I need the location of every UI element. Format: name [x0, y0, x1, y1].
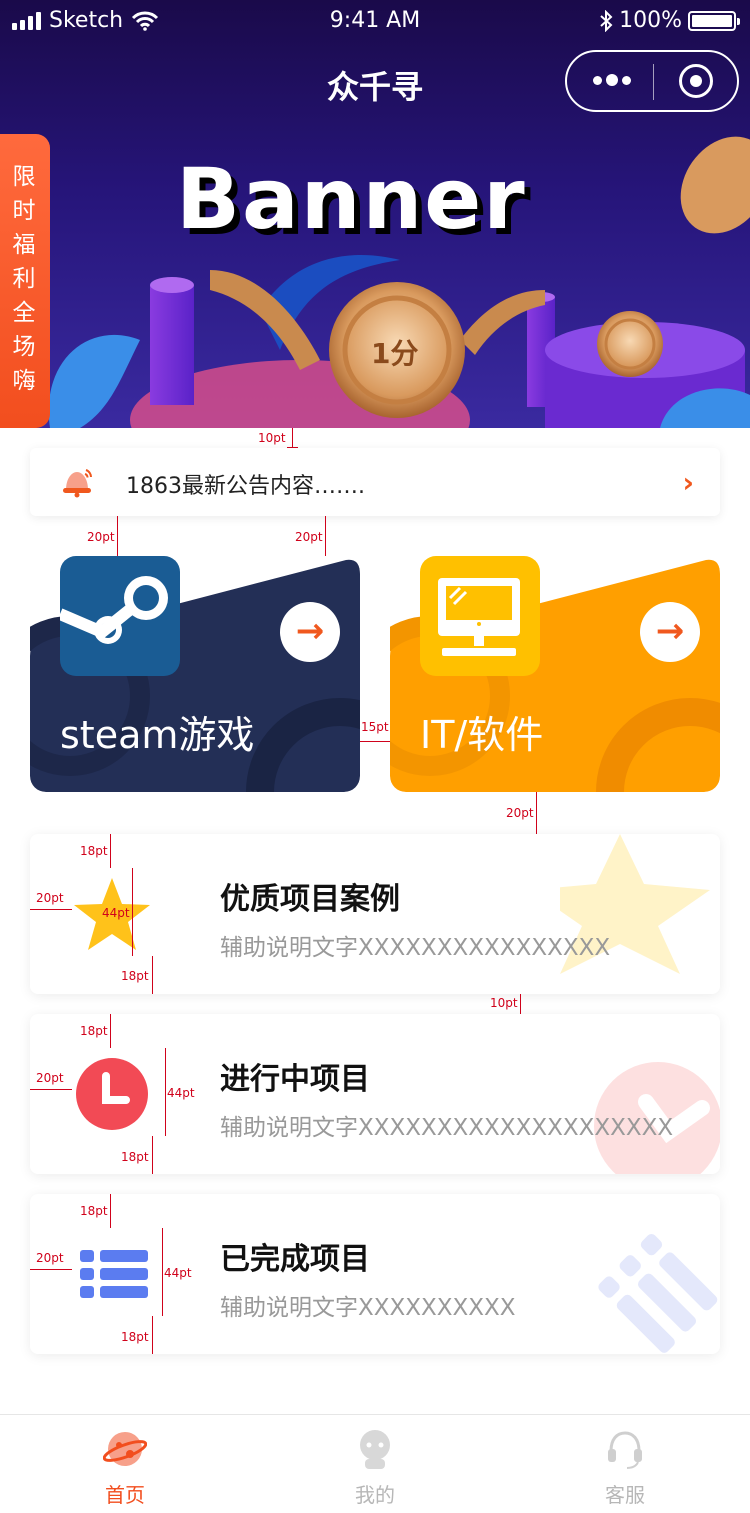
banner-area[interactable]: 1分 Banner Sketch 9:41 AM 100% 众千寻	[0, 0, 750, 428]
spacing-label: 20pt	[295, 530, 323, 544]
spacing-marker	[117, 516, 118, 556]
battery-icon	[688, 10, 740, 31]
bluetooth-icon	[600, 9, 613, 32]
spacing-label: 20pt	[506, 806, 534, 820]
category-label: IT/软件	[420, 713, 544, 757]
category-card-it-software[interactable]: → IT/软件	[390, 556, 720, 792]
spacing-marker	[292, 428, 293, 448]
spacing-label: 18pt	[121, 1330, 149, 1344]
tab-label: 首页	[105, 1483, 145, 1507]
tab-home[interactable]: 首页	[0, 1415, 250, 1513]
headset-icon	[608, 1431, 642, 1469]
spacing-label: 20pt	[36, 891, 64, 905]
steam-icon	[57, 556, 180, 676]
spacing-label: 20pt	[36, 1071, 64, 1085]
planet-icon	[103, 1432, 147, 1466]
coin-label: 1分	[371, 337, 419, 370]
spacing-marker	[152, 1136, 153, 1174]
chevron-right-icon[interactable]: ›	[682, 466, 694, 499]
spacing-marker	[152, 1316, 153, 1354]
list-watermark-icon	[598, 1233, 718, 1353]
more-icon[interactable]	[593, 74, 631, 86]
notice-text: 1863最新公告内容…….	[126, 474, 365, 499]
tab-bar: 首页 我的 客服	[0, 1414, 750, 1513]
project-title: 进行中项目	[220, 1062, 370, 1097]
project-subtitle: 辅助说明文字XXXXXXXXXXXXXXXX	[220, 935, 611, 961]
project-subtitle: 辅助说明文字XXXXXXXXXXXXXXXXXXXX	[220, 1115, 674, 1141]
spacing-marker	[165, 1048, 166, 1136]
monitor-icon	[420, 556, 540, 676]
tab-label: 客服	[605, 1483, 645, 1507]
clock-icon	[76, 1058, 148, 1130]
promo-side-tab[interactable]: 限时福利全场嗨	[0, 134, 50, 428]
spacing-label: 18pt	[121, 1150, 149, 1164]
project-title: 已完成项目	[220, 1242, 370, 1277]
spacing-label: 18pt	[80, 844, 108, 858]
mini-program-capsule[interactable]	[565, 50, 739, 112]
category-label: steam游戏	[60, 713, 255, 757]
spacing-marker	[152, 956, 153, 994]
banner-title: Banner	[176, 150, 527, 248]
spacing-label: 44pt	[102, 906, 130, 920]
spacing-label: 10pt	[490, 996, 518, 1010]
spacing-marker	[132, 868, 133, 956]
spacing-label: 44pt	[164, 1266, 192, 1280]
spacing-marker	[30, 1089, 72, 1090]
category-card-steam[interactable]: → steam游戏	[30, 556, 360, 792]
arrow-right-icon[interactable]: →	[640, 602, 700, 662]
spacing-label: 44pt	[167, 1086, 195, 1100]
spacing-label: 18pt	[80, 1204, 108, 1218]
tab-customer-service[interactable]: 客服	[500, 1415, 750, 1513]
spacing-marker	[30, 909, 72, 910]
spacing-marker	[162, 1228, 163, 1316]
capsule-divider	[653, 64, 654, 100]
spacing-label: 10pt	[258, 431, 286, 445]
project-subtitle: 辅助说明文字XXXXXXXXXX	[220, 1295, 516, 1321]
arrow-right-icon[interactable]: →	[280, 602, 340, 662]
spacing-label: 18pt	[80, 1024, 108, 1038]
spacing-label: 15pt	[361, 720, 389, 734]
battery-percent: 100%	[619, 8, 682, 33]
spacing-marker	[520, 994, 521, 1014]
spacing-label: 20pt	[36, 1251, 64, 1265]
spacing-label: 20pt	[87, 530, 115, 544]
project-title: 优质项目案例	[220, 882, 400, 917]
spacing-marker	[110, 834, 111, 868]
spacing-marker	[110, 1194, 111, 1228]
robot-icon	[360, 1430, 390, 1469]
spacing-marker	[110, 1014, 111, 1048]
spacing-marker	[325, 516, 326, 556]
tab-profile[interactable]: 我的	[250, 1415, 500, 1513]
spacing-marker	[360, 741, 390, 742]
notice-bar[interactable]: 1863最新公告内容……. ›	[30, 448, 720, 516]
tab-label: 我的	[355, 1483, 395, 1507]
status-bar: Sketch 9:41 AM 100%	[0, 0, 750, 42]
spacing-marker	[536, 792, 537, 834]
close-target-icon[interactable]	[679, 64, 713, 98]
spacing-marker	[30, 1269, 72, 1270]
announcement-bell-icon	[63, 469, 92, 498]
spacing-label: 18pt	[121, 969, 149, 983]
list-icon	[80, 1250, 148, 1298]
promo-side-tab-label: 限时福利全场嗨	[12, 164, 36, 394]
